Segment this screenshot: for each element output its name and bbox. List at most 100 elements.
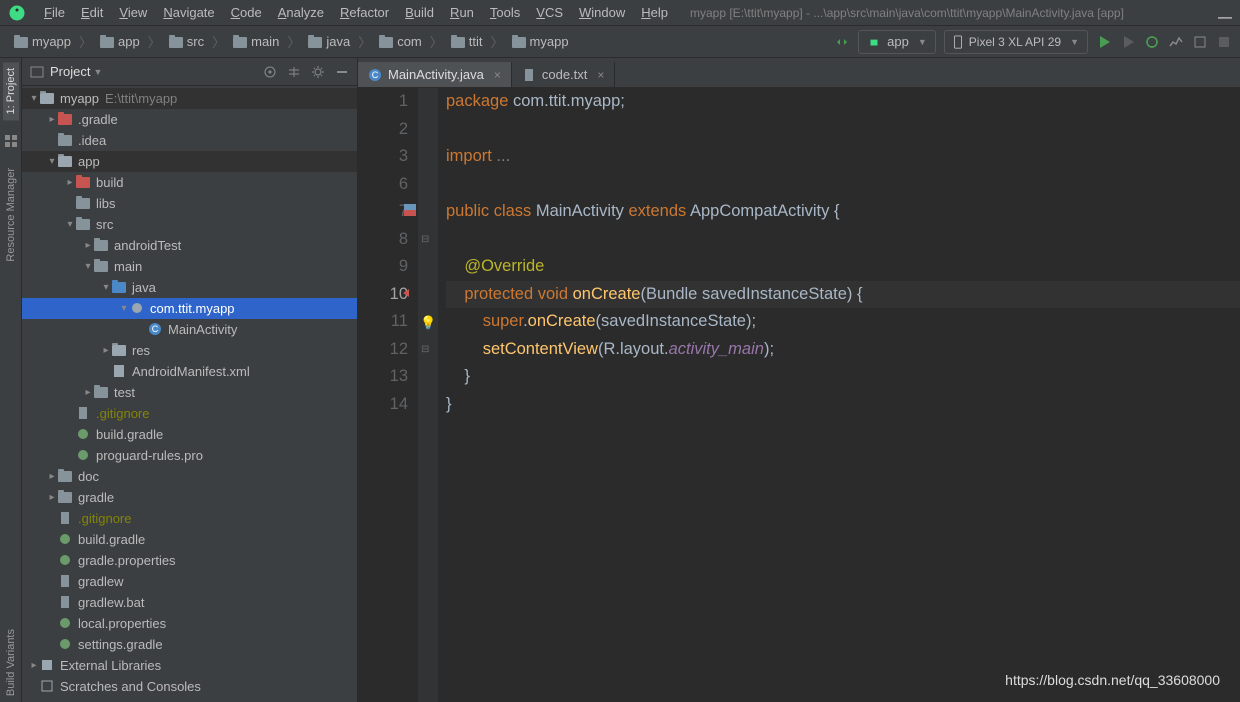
breadcrumb-item[interactable]: com <box>373 32 428 51</box>
tree-row[interactable]: ▸doc <box>22 466 357 487</box>
project-view-icon[interactable] <box>30 65 44 79</box>
tree-row[interactable]: ▸External Libraries <box>22 655 357 676</box>
tree-row[interactable]: ▾myappE:\ttit\myapp <box>22 88 357 109</box>
tree-row[interactable]: ▸res <box>22 340 357 361</box>
line-number[interactable]: 6 <box>358 171 408 199</box>
menu-navigate[interactable]: Navigate <box>155 3 222 22</box>
menu-refactor[interactable]: Refactor <box>332 3 397 22</box>
chevron-down-icon[interactable]: ▼ <box>93 67 102 77</box>
tree-row[interactable]: ▾app <box>22 151 357 172</box>
stop-icon[interactable] <box>1216 34 1232 50</box>
override-icon[interactable] <box>402 280 416 308</box>
tree-row[interactable]: CMainActivity <box>22 319 357 340</box>
line-number[interactable]: 3 <box>358 143 408 171</box>
tree-arrow-icon[interactable]: ▾ <box>82 261 94 272</box>
project-tree[interactable]: ▾myappE:\ttit\myapp▸.gradle.idea▾app▸bui… <box>22 86 357 702</box>
tree-arrow-icon[interactable]: ▾ <box>100 282 112 293</box>
select-opened-icon[interactable] <box>263 65 277 79</box>
run-icon[interactable] <box>1096 34 1112 50</box>
line-number[interactable]: 11 <box>358 308 408 336</box>
tree-row[interactable]: ▾java <box>22 277 357 298</box>
tree-row[interactable]: build.gradle <box>22 424 357 445</box>
tree-arrow-icon[interactable]: ▾ <box>28 93 40 104</box>
menu-build[interactable]: Build <box>397 3 442 22</box>
tree-row[interactable]: ▾main <box>22 256 357 277</box>
tree-row[interactable]: .idea <box>22 130 357 151</box>
tree-row[interactable]: build.gradle <box>22 529 357 550</box>
tree-row[interactable]: .gitignore <box>22 403 357 424</box>
tree-arrow-icon[interactable]: ▾ <box>46 156 58 167</box>
tree-arrow-icon[interactable]: ▸ <box>28 660 40 671</box>
menu-analyze[interactable]: Analyze <box>270 3 332 22</box>
tree-arrow-icon[interactable]: ▸ <box>46 114 58 125</box>
line-number[interactable]: 10 <box>358 281 408 309</box>
tree-arrow-icon[interactable]: ▾ <box>118 303 130 314</box>
attach-debugger-icon[interactable] <box>1192 34 1208 50</box>
tree-row[interactable]: settings.gradle <box>22 634 357 655</box>
build-variants-tab[interactable]: Build Variants <box>3 623 19 702</box>
menu-window[interactable]: Window <box>571 3 633 22</box>
resource-manager-tab[interactable]: Resource Manager <box>3 162 19 268</box>
line-number[interactable]: 13 <box>358 363 408 391</box>
hide-panel-icon[interactable] <box>335 65 349 79</box>
tree-row[interactable]: ▾com.ttit.myapp <box>22 298 357 319</box>
breadcrumb-item[interactable]: app <box>94 32 146 51</box>
tree-row[interactable]: .gitignore <box>22 508 357 529</box>
fold-minus-icon[interactable]: ⊟ <box>421 336 429 364</box>
breadcrumb-item[interactable]: myapp <box>8 32 77 51</box>
line-number[interactable]: 14 <box>358 391 408 419</box>
tree-row[interactable]: ▸.gradle <box>22 109 357 130</box>
debug-icon[interactable] <box>1144 34 1160 50</box>
editor-tab[interactable]: code.txt× <box>512 62 616 87</box>
sync-gradle-icon[interactable] <box>834 34 850 50</box>
tree-row[interactable]: gradlew <box>22 571 357 592</box>
tree-row[interactable]: AndroidManifest.xml <box>22 361 357 382</box>
line-number[interactable]: 8 <box>358 226 408 254</box>
fold-minus-icon[interactable]: ⊟ <box>421 226 429 254</box>
editor-body[interactable]: 12367891011121314 ⊟ ⊟ 💡 package com.ttit… <box>358 88 1240 702</box>
code-area[interactable]: package com.ttit.myapp; import ... publi… <box>438 88 1240 702</box>
menu-view[interactable]: View <box>111 3 155 22</box>
tree-row[interactable]: ▾src <box>22 214 357 235</box>
menu-tools[interactable]: Tools <box>482 3 528 22</box>
profiler-icon[interactable] <box>1168 34 1184 50</box>
resource-manager-icon[interactable] <box>4 134 18 148</box>
line-number[interactable]: 7 <box>358 198 408 226</box>
apply-changes-icon[interactable] <box>1120 34 1136 50</box>
line-number[interactable]: 1 <box>358 88 408 116</box>
line-number[interactable]: 12 <box>358 336 408 364</box>
run-config-selector[interactable]: app ▼ <box>858 30 936 54</box>
menu-help[interactable]: Help <box>633 3 676 22</box>
breadcrumb-item[interactable]: src <box>163 32 210 51</box>
class-run-icon[interactable] <box>404 198 416 226</box>
expand-all-icon[interactable] <box>287 65 301 79</box>
breadcrumb-item[interactable]: java <box>302 32 356 51</box>
tree-arrow-icon[interactable]: ▾ <box>64 219 76 230</box>
editor-tab[interactable]: CMainActivity.java× <box>358 62 512 87</box>
tree-arrow-icon[interactable]: ▸ <box>46 471 58 482</box>
tree-arrow-icon[interactable]: ▸ <box>82 387 94 398</box>
menu-file[interactable]: File <box>36 3 73 22</box>
settings-gear-icon[interactable] <box>311 65 325 79</box>
close-icon[interactable]: × <box>597 68 604 82</box>
minimize-icon[interactable] <box>1218 6 1232 20</box>
menu-run[interactable]: Run <box>442 3 482 22</box>
tree-row[interactable]: proguard-rules.pro <box>22 445 357 466</box>
menu-vcs[interactable]: VCS <box>528 3 571 22</box>
tree-row[interactable]: gradlew.bat <box>22 592 357 613</box>
tree-row[interactable]: gradle.properties <box>22 550 357 571</box>
menu-edit[interactable]: Edit <box>73 3 111 22</box>
tree-arrow-icon[interactable]: ▸ <box>82 240 94 251</box>
tree-arrow-icon[interactable]: ▸ <box>100 345 112 356</box>
breadcrumb-item[interactable]: main <box>227 32 285 51</box>
device-selector[interactable]: Pixel 3 XL API 29 ▼ <box>944 30 1088 54</box>
breadcrumb-item[interactable]: ttit <box>445 32 489 51</box>
close-icon[interactable]: × <box>494 68 501 82</box>
line-number[interactable]: 2 <box>358 116 408 144</box>
tree-row[interactable]: ▸build <box>22 172 357 193</box>
tree-row[interactable]: libs <box>22 193 357 214</box>
menu-code[interactable]: Code <box>223 3 270 22</box>
breadcrumb-item[interactable]: myapp <box>506 32 575 51</box>
tree-arrow-icon[interactable]: ▸ <box>64 177 76 188</box>
tree-row[interactable]: local.properties <box>22 613 357 634</box>
